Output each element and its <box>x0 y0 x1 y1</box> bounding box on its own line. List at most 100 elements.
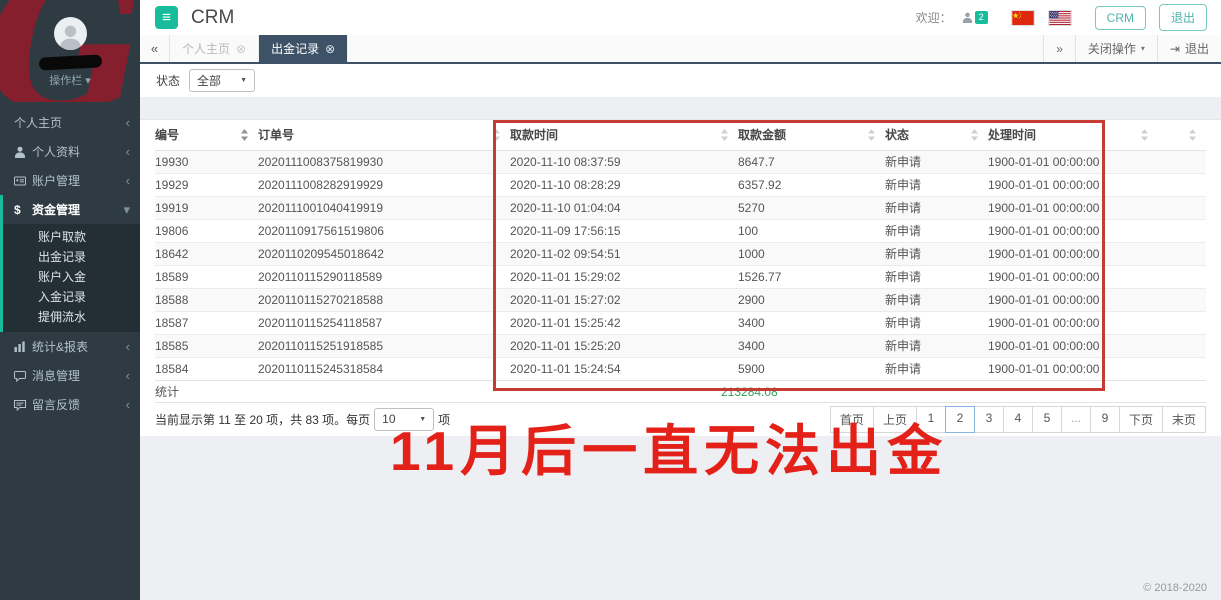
table-row: 18642 2020110209545018642 2020-11-02 09:54… <box>155 241 1206 265</box>
sidebar-item-label: 个人主页 <box>14 116 63 130</box>
cell-status: 新申请 <box>885 195 988 219</box>
page-ellipsis: ... <box>1060 405 1091 433</box>
cell-time: 2020-11-01 15:24:54 <box>510 356 738 380</box>
china-flag-icon[interactable] <box>1011 10 1034 25</box>
sidebar-item-home[interactable]: 个人主页 ‹ <box>0 108 140 137</box>
caret-down-icon: ▼ <box>419 415 427 423</box>
column-header-withdraw-time[interactable]: 取款时间 <box>510 120 738 151</box>
user-action-dropdown[interactable]: 操作栏 ▾ <box>0 72 140 88</box>
sidebar-menu: 个人主页 ‹ 个人资料 ‹ 账户管理 ‹ $ 资金管理 ▾ 账户取款 出金记录 … <box>0 108 140 419</box>
crm-button[interactable]: CRM <box>1094 5 1146 30</box>
tab-exit-button[interactable]: ⇥ 退出 <box>1156 35 1221 62</box>
cell-processed: 1900-01-01 00:00:00 <box>988 218 1158 242</box>
usa-flag-icon[interactable] <box>1048 10 1071 25</box>
close-operations-dropdown[interactable]: 关闭操作 ▾ <box>1074 35 1157 62</box>
sidebar-item-label: 账户管理 <box>32 174 81 188</box>
page-button[interactable]: 4 <box>1002 405 1033 433</box>
cell-processed: 1900-01-01 00:00:00 <box>988 154 1100 169</box>
page-button[interactable]: 9 <box>1089 405 1120 433</box>
cell-processed: 1900-01-01 00:00:00 <box>988 333 1158 357</box>
logout-button[interactable]: 退出 <box>1158 4 1207 31</box>
cell-status: 新申请 <box>885 264 988 288</box>
column-header-extra[interactable] <box>1158 120 1206 151</box>
column-header-process-time[interactable]: 处理时间 <box>988 120 1158 151</box>
cell-extra <box>1158 195 1206 219</box>
page-button[interactable]: 下页 <box>1118 405 1163 433</box>
sort-icon <box>241 128 248 141</box>
cell-amount: 5270 <box>738 195 885 219</box>
summary-total-value: 213284.08 <box>721 384 778 399</box>
cell-id: 18587 <box>155 310 258 334</box>
chevron-left-icon: ‹ <box>125 115 130 130</box>
sidebar-subitem-withdraw-records[interactable]: 出金记录 <box>3 247 140 267</box>
cell-status: 新申请 <box>885 172 988 196</box>
cell-id: 19919 <box>155 195 258 219</box>
sidebar-item-messages[interactable]: 消息管理 ‹ <box>0 361 140 390</box>
sidebar-subitem-commission-flow[interactable]: 提佣流水 <box>3 307 140 327</box>
tab-scroll-left-icon[interactable]: « <box>140 35 170 62</box>
main-area: ≡ CRM 欢迎： 2 CRM 退出 « 个人主页 ⊗ 出金记录 ⊗ » 关闭操… <box>140 0 1221 600</box>
status-select[interactable]: 全部 ▼ <box>189 69 256 92</box>
sort-icon <box>1189 128 1196 141</box>
welcome-label: 欢迎： <box>915 11 952 25</box>
column-header-status[interactable]: 状态 <box>885 120 988 151</box>
sidebar-group-funds: $ 资金管理 ▾ 账户取款 出金记录 账户入金 入金记录 提佣流水 <box>0 195 140 332</box>
sidebar-item-funds[interactable]: $ 资金管理 ▾ <box>3 195 140 224</box>
cell-status: 新申请 <box>885 333 988 357</box>
feedback-icon <box>14 399 32 411</box>
sidebar-item-label: 个人资料 <box>32 145 81 159</box>
page-button[interactable]: 上页 <box>872 405 917 433</box>
cell-order: 2020110115270218588 <box>258 287 510 311</box>
column-label: 状态 <box>885 128 910 143</box>
column-header-id[interactable]: 编号 <box>155 120 258 151</box>
sidebar-item-label: 留言反馈 <box>32 398 81 412</box>
page-button[interactable]: 3 <box>973 405 1004 433</box>
notification-badge: 2 <box>973 9 989 25</box>
filter-bar: 状态 全部 ▼ <box>140 64 1221 97</box>
close-icon[interactable]: ⊗ <box>236 43 246 55</box>
page-button[interactable]: 首页 <box>829 405 874 433</box>
page-size-select[interactable]: 10 ▼ <box>374 407 435 431</box>
caret-down-icon: ▾ <box>85 75 91 87</box>
summary-label: 统计 <box>155 384 180 399</box>
cell-id: 18642 <box>155 241 258 265</box>
cell-time: 2020-11-09 17:56:15 <box>510 218 738 242</box>
chevron-down-icon: ▾ <box>123 202 130 217</box>
cell-id: 19930 <box>155 154 189 169</box>
page-button[interactable]: 5 <box>1031 405 1062 433</box>
sidebar-subitem-account-deposit[interactable]: 账户入金 <box>3 267 140 287</box>
tab-personal-home[interactable]: 个人主页 ⊗ <box>170 35 260 62</box>
close-icon[interactable]: ⊗ <box>325 43 335 55</box>
cell-extra <box>1158 241 1206 265</box>
tab-withdraw-records[interactable]: 出金记录 ⊗ <box>259 35 349 62</box>
sort-icon <box>721 128 728 141</box>
sort-icon <box>493 128 500 141</box>
cell-status: 新申请 <box>885 241 988 265</box>
sidebar-subitem-deposit-records[interactable]: 入金记录 <box>3 287 140 307</box>
hamburger-menu-button[interactable]: ≡ <box>155 6 178 29</box>
column-header-order[interactable]: 订单号 <box>258 120 510 151</box>
withdraw-records-table: 编号 订单号 取款时间 取款金额 状态 处理时间 19930 202011100… <box>155 120 1206 403</box>
sidebar-item-profile[interactable]: 个人资料 ‹ <box>0 137 140 166</box>
page-button[interactable]: 2 <box>944 405 975 433</box>
status-select-value: 全部 <box>197 74 222 88</box>
cell-extra <box>1158 333 1206 357</box>
sidebar-item-accounts[interactable]: 账户管理 ‹ <box>0 166 140 195</box>
caret-down-icon: ▾ <box>1140 44 1145 53</box>
page-button[interactable]: 1 <box>915 405 946 433</box>
tab-scroll-right-icon[interactable]: » <box>1043 35 1075 62</box>
sidebar-item-stats[interactable]: 统计&报表 ‹ <box>0 332 140 361</box>
sidebar-user-panel: G 操作栏 ▾ <box>0 0 140 102</box>
table-row: 18585 2020110115251918585 2020-11-01 15:25… <box>155 333 1206 357</box>
cell-extra <box>1158 356 1206 380</box>
column-header-amount[interactable]: 取款金额 <box>738 120 885 151</box>
chevron-left-icon: ‹ <box>125 368 130 383</box>
cell-order: 2020110115251918585 <box>258 333 510 357</box>
page-button[interactable]: 末页 <box>1161 405 1206 433</box>
cell-order: 2020110115290118589 <box>258 264 510 288</box>
cell-id: 18584 <box>155 356 258 380</box>
sidebar-item-feedback[interactable]: 留言反馈 ‹ <box>0 390 140 419</box>
header-right: 欢迎： 2 CRM 退出 <box>916 4 1207 31</box>
sidebar-subitem-account-withdraw[interactable]: 账户取款 <box>3 227 140 247</box>
